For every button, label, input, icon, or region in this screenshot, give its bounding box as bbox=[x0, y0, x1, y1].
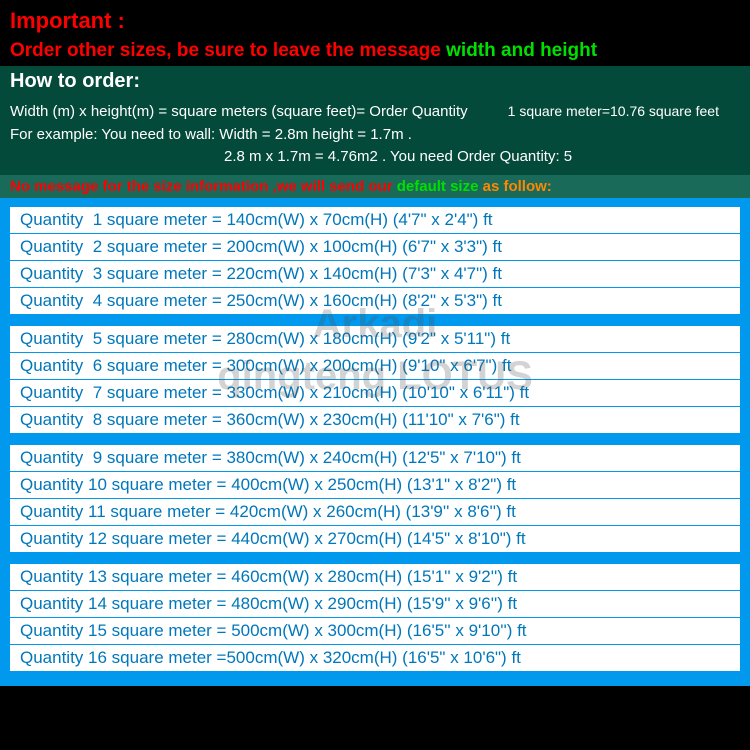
no-message-orange: as follow: bbox=[483, 178, 552, 195]
chart-row: Quantity 15 square meter = 500cm(W) x 30… bbox=[10, 618, 740, 644]
order-message-highlight: width and height bbox=[446, 40, 597, 61]
order-message: Order other sizes, be sure to leave the … bbox=[0, 40, 750, 62]
chart-row: Quantity 11 square meter = 420cm(W) x 26… bbox=[10, 499, 740, 525]
no-message-green: default size bbox=[397, 178, 483, 195]
chart-row: Quantity 6 square meter = 300cm(W) x 200… bbox=[10, 353, 740, 379]
chart-row: Quantity 16 square meter =500cm(W) x 320… bbox=[10, 645, 740, 671]
size-chart-document: Important : Order other sizes, be sure t… bbox=[0, 0, 750, 750]
formula-conversion: 1 square meter=10.76 square feet bbox=[508, 101, 719, 124]
formula-main: Width (m) x height(m) = square meters (s… bbox=[10, 101, 468, 124]
chart-row: Quantity 10 square meter = 400cm(W) x 25… bbox=[10, 472, 740, 498]
chart-group: Quantity 13 square meter = 460cm(W) x 28… bbox=[10, 564, 740, 671]
chart-row: Quantity 4 square meter = 250cm(W) x 160… bbox=[10, 288, 740, 314]
chart-row: Quantity 9 square meter = 380cm(W) x 240… bbox=[10, 445, 740, 471]
formula-line-1: Width (m) x height(m) = square meters (s… bbox=[10, 101, 740, 124]
formula-line-2: For example: You need to wall: Width = 2… bbox=[10, 124, 740, 147]
chart-group: Quantity 9 square meter = 380cm(W) x 240… bbox=[10, 445, 740, 552]
chart-row: Quantity 14 square meter = 480cm(W) x 29… bbox=[10, 591, 740, 617]
chart-row: Quantity 1 square meter = 140cm(W) x 70c… bbox=[10, 207, 740, 233]
chart-row: Quantity 7 square meter = 330cm(W) x 210… bbox=[10, 380, 740, 406]
chart-row: Quantity 12 square meter = 440cm(W) x 27… bbox=[10, 526, 740, 552]
size-chart-area: Quantity 1 square meter = 140cm(W) x 70c… bbox=[0, 198, 750, 686]
important-label: Important : bbox=[0, 8, 750, 34]
how-to-order-header: How to order: bbox=[0, 66, 750, 97]
formula-line-3: 2.8 m x 1.7m = 4.76m2 . You need Order Q… bbox=[10, 146, 740, 169]
chart-row: Quantity 8 square meter = 360cm(W) x 230… bbox=[10, 407, 740, 433]
chart-group: Quantity 1 square meter = 140cm(W) x 70c… bbox=[10, 207, 740, 314]
formula-block: Width (m) x height(m) = square meters (s… bbox=[0, 97, 750, 175]
chart-row: Quantity 3 square meter = 220cm(W) x 140… bbox=[10, 261, 740, 287]
chart-row: Quantity 13 square meter = 460cm(W) x 28… bbox=[10, 564, 740, 590]
order-message-text: Order other sizes, be sure to leave the … bbox=[10, 40, 446, 61]
chart-row: Quantity 2 square meter = 200cm(W) x 100… bbox=[10, 234, 740, 260]
chart-group: Quantity 5 square meter = 280cm(W) x 180… bbox=[10, 326, 740, 433]
chart-row: Quantity 5 square meter = 280cm(W) x 180… bbox=[10, 326, 740, 352]
no-message-red: No message for the size information ,we … bbox=[10, 178, 397, 195]
no-message-line: No message for the size information ,we … bbox=[0, 175, 750, 198]
